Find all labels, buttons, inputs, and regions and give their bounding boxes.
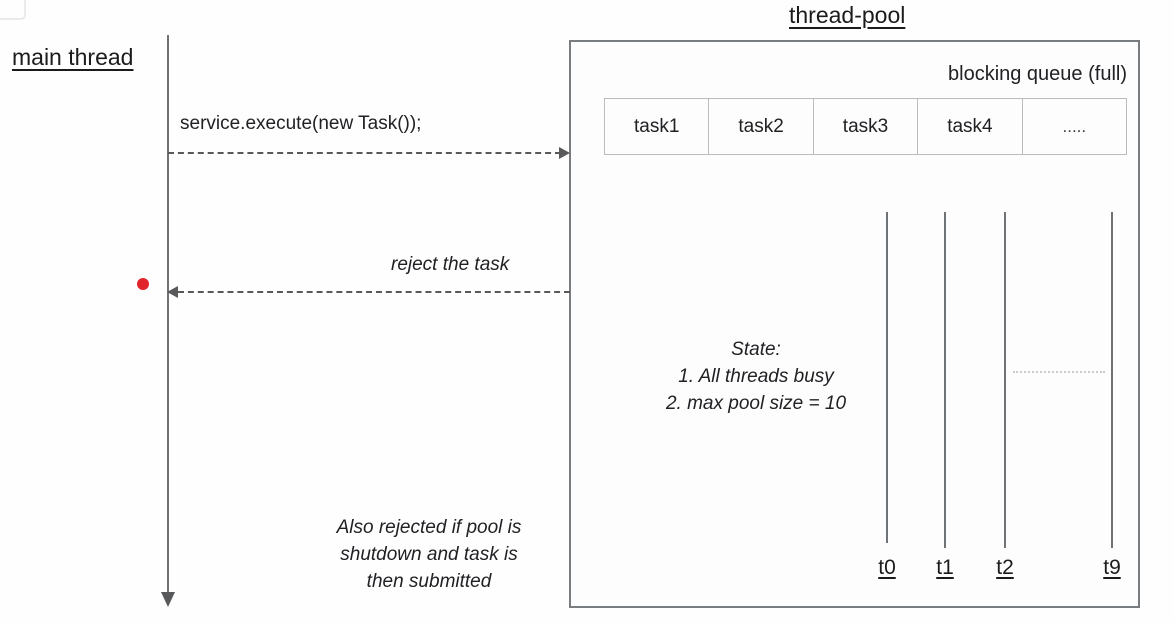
worker-line-t2 — [1004, 212, 1006, 548]
rejection-note-line-3: then submitted — [366, 570, 492, 592]
cursor-dot — [137, 278, 149, 290]
blocking-queue-label: blocking queue (full) — [948, 63, 1127, 85]
worker-label-t9: t9 — [1103, 556, 1121, 579]
blocking-queue: task1 task2 task3 task4 ..... — [604, 98, 1127, 155]
worker-line-t1 — [944, 212, 946, 548]
pool-state-block: State: 1. All threads busy 2. max pool s… — [598, 337, 914, 418]
message-execute-arrowhead — [559, 147, 570, 159]
worker-label-t0: t0 — [878, 556, 896, 579]
main-thread-lifeline-arrowhead — [161, 592, 175, 607]
rejection-note-line-2: shutdown and task is — [340, 543, 518, 565]
rejection-note-line-1: Also rejected if pool is — [336, 517, 522, 538]
thread-pool-title: thread-pool — [789, 2, 906, 28]
queue-cell-task4: task4 — [918, 99, 1023, 154]
pool-state-item-2: 2. max pool size = 10 — [665, 392, 847, 414]
queue-cell-task1: task1 — [605, 99, 710, 154]
message-reject-line — [178, 291, 570, 293]
message-execute-line — [168, 152, 561, 154]
pool-state-item-1: 1. All threads busy — [678, 365, 834, 387]
worker-gap-dots — [1013, 371, 1105, 373]
main-thread-label: main thread — [12, 44, 134, 70]
worker-label-t1: t1 — [936, 556, 954, 579]
message-execute-caption: service.execute(new Task()); — [180, 113, 422, 134]
worker-line-t0 — [886, 212, 888, 543]
pool-state-title: State: — [731, 339, 781, 360]
worker-label-t2: t2 — [996, 556, 1014, 579]
queue-cell-task3: task3 — [814, 99, 919, 154]
message-reject-arrowhead — [167, 286, 178, 298]
message-reject-caption: reject the task — [391, 254, 510, 275]
queue-cell-task2: task2 — [709, 99, 814, 154]
corner-artifact — [0, 0, 26, 20]
diagram-canvas: main thread thread-pool blocking queue (… — [0, 0, 1174, 623]
rejection-note-block: Also rejected if pool is shutdown and ta… — [288, 515, 570, 596]
worker-line-t9 — [1111, 212, 1113, 548]
queue-cell-more: ..... — [1062, 116, 1087, 136]
main-thread-lifeline — [167, 35, 169, 600]
